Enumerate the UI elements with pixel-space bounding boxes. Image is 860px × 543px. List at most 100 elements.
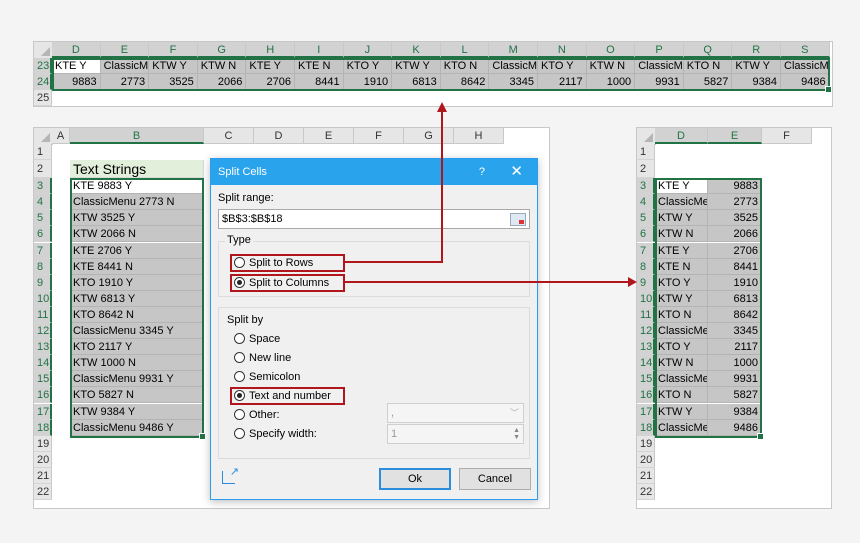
column-header-O[interactable]: O: [586, 42, 636, 58]
cell[interactable]: 1000: [708, 355, 762, 372]
cell[interactable]: 6813: [392, 74, 441, 90]
row-header-17[interactable]: 17: [637, 403, 655, 420]
split-range-input[interactable]: $B$3:$B$18: [218, 209, 530, 229]
cell[interactable]: ClassicMe: [655, 371, 708, 388]
cell[interactable]: KTE 2706 Y: [70, 242, 204, 259]
cell[interactable]: KTO N: [440, 58, 490, 74]
row-header-16[interactable]: 16: [34, 387, 52, 404]
cell[interactable]: KTW 1000 N: [70, 355, 204, 372]
row-header-6[interactable]: 6: [637, 226, 655, 243]
row-header-2[interactable]: 2: [637, 160, 655, 179]
other-delimiter-select[interactable]: , ﹀: [387, 403, 524, 423]
cell[interactable]: 8441: [295, 74, 344, 90]
cell[interactable]: 9883: [52, 74, 101, 90]
cell[interactable]: 9384: [732, 74, 781, 90]
cell[interactable]: KTW N: [586, 58, 636, 74]
cell[interactable]: 1000: [586, 74, 636, 90]
cell[interactable]: 2117: [708, 339, 762, 356]
row-header-8[interactable]: 8: [34, 258, 52, 275]
cell[interactable]: KTE Y: [655, 242, 708, 259]
cell[interactable]: KTE Y: [52, 58, 101, 74]
radio-new-line[interactable]: New line: [234, 350, 291, 366]
cell[interactable]: 1910: [343, 74, 393, 90]
row-header-1[interactable]: 1: [34, 144, 52, 161]
column-header-E[interactable]: E: [100, 42, 150, 58]
radio-space[interactable]: Space: [234, 331, 280, 347]
column-header-J[interactable]: J: [343, 42, 393, 58]
cell[interactable]: KTW 3525 Y: [70, 210, 204, 227]
row-header-3[interactable]: 3: [637, 178, 655, 195]
row-header-18[interactable]: 18: [34, 419, 52, 436]
cell[interactable]: KTO 8642 N: [70, 306, 204, 323]
column-header-R[interactable]: R: [732, 42, 781, 58]
row-header-22[interactable]: 22: [34, 484, 52, 501]
cell[interactable]: KTW Y: [149, 58, 198, 74]
cell[interactable]: ClassicM: [489, 58, 538, 74]
row-header-22[interactable]: 22: [637, 484, 655, 501]
row-header-2[interactable]: 2: [34, 160, 52, 179]
row-header-15[interactable]: 15: [34, 371, 52, 388]
width-spinner[interactable]: 1 ▲ ▼: [387, 424, 524, 444]
row-header-1[interactable]: 1: [637, 144, 655, 161]
column-header-M[interactable]: M: [489, 42, 538, 58]
cell[interactable]: 9486: [708, 419, 762, 436]
radio-specify-width[interactable]: Specify width:: [234, 426, 317, 442]
row-header-5[interactable]: 5: [34, 210, 52, 227]
row-header-4[interactable]: 4: [34, 194, 52, 211]
cell[interactable]: KTO Y: [538, 58, 587, 74]
cell[interactable]: KTO N: [683, 58, 733, 74]
text-strings-header[interactable]: Text Strings: [70, 160, 204, 179]
row-header-12[interactable]: 12: [34, 323, 52, 340]
cell[interactable]: KTW Y: [732, 58, 781, 74]
cell[interactable]: 3525: [708, 210, 762, 227]
column-header-N[interactable]: N: [538, 42, 587, 58]
dialog-title-bar[interactable]: Split Cells ? ✕: [211, 159, 537, 185]
cell[interactable]: KTW Y: [655, 403, 708, 420]
radio-button[interactable]: [234, 333, 245, 344]
ok-button[interactable]: Ok: [379, 468, 451, 490]
radio-button[interactable]: [234, 371, 245, 382]
cell[interactable]: 9931: [708, 371, 762, 388]
cell[interactable]: KTW 6813 Y: [70, 290, 204, 307]
radio-button[interactable]: [234, 409, 245, 420]
column-header-F[interactable]: F: [149, 42, 198, 58]
row-header-11[interactable]: 11: [637, 306, 655, 323]
cell[interactable]: KTW Y: [392, 58, 441, 74]
row-header-21[interactable]: 21: [637, 467, 655, 484]
column-header-G[interactable]: G: [197, 42, 247, 58]
column-header-K[interactable]: K: [392, 42, 441, 58]
cell[interactable]: KTW Y: [655, 210, 708, 227]
column-header-G[interactable]: G: [404, 128, 454, 144]
cell[interactable]: KTW 2066 N: [70, 226, 204, 243]
row-header-16[interactable]: 16: [637, 387, 655, 404]
column-header-A[interactable]: A: [52, 128, 70, 144]
range-select-icon[interactable]: [510, 213, 526, 226]
cell[interactable]: 8441: [708, 258, 762, 275]
cell[interactable]: ClassicMenu 9931 Y: [70, 371, 204, 388]
cell[interactable]: 8642: [440, 74, 490, 90]
row-header-14[interactable]: 14: [637, 355, 655, 372]
cell[interactable]: KTO Y: [655, 339, 708, 356]
row-header-9[interactable]: 9: [34, 274, 52, 291]
column-header-I[interactable]: I: [295, 42, 344, 58]
row-header-7[interactable]: 7: [34, 242, 52, 259]
column-header-H[interactable]: H: [246, 42, 295, 58]
row-header-23[interactable]: 23: [34, 58, 52, 74]
column-header-L[interactable]: L: [440, 42, 490, 58]
cell[interactable]: 3345: [708, 323, 762, 340]
cell[interactable]: 9883: [708, 178, 762, 195]
radio-semicolon[interactable]: Semicolon: [234, 369, 300, 385]
cell[interactable]: KTO Y: [655, 274, 708, 291]
cell[interactable]: 9931: [635, 74, 684, 90]
cell[interactable]: KTO 1910 Y: [70, 274, 204, 291]
column-header-S[interactable]: S: [781, 42, 830, 58]
cell[interactable]: KTE Y: [655, 178, 708, 195]
cell[interactable]: 1910: [708, 274, 762, 291]
select-all-corner[interactable]: [34, 128, 53, 145]
row-header-20[interactable]: 20: [637, 451, 655, 468]
cell[interactable]: KTO N: [655, 387, 708, 404]
cell[interactable]: 2066: [197, 74, 247, 90]
column-header-D[interactable]: D: [254, 128, 304, 144]
cell[interactable]: KTE 8441 N: [70, 258, 204, 275]
select-all-corner[interactable]: [637, 128, 656, 145]
